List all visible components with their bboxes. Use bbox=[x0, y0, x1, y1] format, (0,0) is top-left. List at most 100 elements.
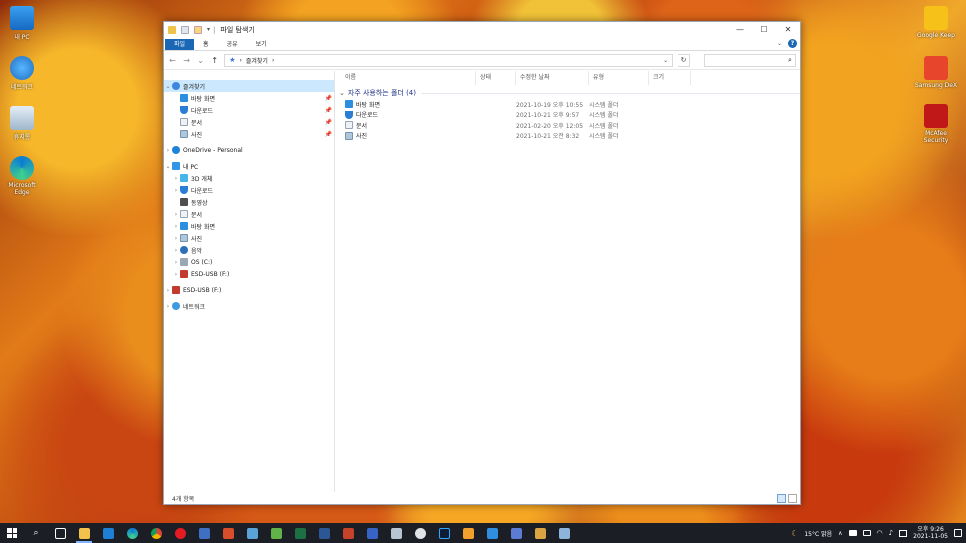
start-button[interactable] bbox=[0, 523, 24, 543]
desktop-icon-recycle-bin[interactable]: 휴지통 bbox=[0, 106, 44, 141]
desktop-icon-edge[interactable]: Microsoft Edge bbox=[0, 156, 44, 196]
search-input[interactable] bbox=[708, 56, 789, 64]
taskbar-app-2[interactable] bbox=[216, 523, 240, 543]
address-bar[interactable]: ★ › 즐겨찾기 › ⌄ bbox=[224, 53, 674, 67]
column-status[interactable]: 상태 bbox=[476, 71, 516, 85]
expand-icon[interactable]: › bbox=[172, 223, 180, 230]
nav-item-pictures[interactable]: › 사진 bbox=[164, 232, 334, 244]
task-view-button[interactable] bbox=[48, 523, 72, 543]
collapse-icon[interactable]: ⌄ bbox=[164, 83, 172, 90]
taskbar-app-12[interactable] bbox=[552, 523, 576, 543]
nav-item-music[interactable]: › 음악 bbox=[164, 244, 334, 256]
nav-item-usb-drive[interactable]: › ESD-USB (F:) bbox=[164, 268, 334, 280]
nav-item-pictures[interactable]: 사진 📌 bbox=[164, 128, 334, 140]
breadcrumb-quick-access[interactable]: 즐겨찾기 bbox=[246, 56, 268, 65]
column-name[interactable]: 이름 bbox=[345, 71, 476, 85]
taskbar-photoshop[interactable] bbox=[432, 523, 456, 543]
expand-icon[interactable]: › bbox=[164, 147, 172, 154]
tray-expand-icon[interactable]: ∧ bbox=[838, 530, 842, 537]
collapse-icon[interactable]: ⌄ bbox=[339, 89, 345, 97]
close-button[interactable]: ✕ bbox=[776, 22, 800, 37]
taskbar-edge[interactable] bbox=[120, 523, 144, 543]
nav-item-quick-access[interactable]: ⌄ 즐겨찾기 bbox=[164, 80, 334, 92]
quick-access-dropdown-icon[interactable]: ▾ bbox=[207, 26, 210, 33]
taskbar-app-4[interactable] bbox=[264, 523, 288, 543]
expand-ribbon-icon[interactable]: ⌄ bbox=[777, 40, 782, 47]
taskbar-excel[interactable] bbox=[288, 523, 312, 543]
battery-icon[interactable] bbox=[848, 530, 857, 536]
desktop-icon-this-pc[interactable]: 내 PC bbox=[0, 6, 44, 41]
taskbar-app-6[interactable] bbox=[384, 523, 408, 543]
up-button[interactable]: ↑ bbox=[210, 56, 219, 65]
desktop-icon-samsung-dex[interactable]: Samsung DeX bbox=[914, 56, 958, 89]
nav-item-documents[interactable]: 문서 📌 bbox=[164, 116, 334, 128]
expand-icon[interactable]: › bbox=[172, 211, 180, 218]
taskbar-file-explorer[interactable] bbox=[72, 523, 96, 543]
nav-item-documents[interactable]: › 문서 bbox=[164, 208, 334, 220]
taskbar-app-10[interactable] bbox=[504, 523, 528, 543]
taskbar-app-5[interactable] bbox=[360, 523, 384, 543]
nav-item-usb-root[interactable]: › ESD-USB (F:) bbox=[164, 284, 334, 296]
expand-icon[interactable]: › bbox=[164, 303, 172, 310]
group-frequent-folders[interactable]: ⌄ 자주 사용하는 폴더 (4) bbox=[335, 87, 800, 99]
column-size[interactable]: 크기 bbox=[649, 71, 691, 85]
nav-item-desktop[interactable]: 바탕 화면 📌 bbox=[164, 92, 334, 104]
details-view-button[interactable] bbox=[777, 494, 786, 503]
refresh-button[interactable]: ↻ bbox=[678, 53, 691, 67]
taskbar-app-3[interactable] bbox=[240, 523, 264, 543]
nav-item-desktop[interactable]: › 바탕 화면 bbox=[164, 220, 334, 232]
keyboard-icon[interactable] bbox=[899, 529, 908, 537]
breadcrumb-separator[interactable]: › bbox=[272, 57, 274, 64]
nav-item-downloads[interactable]: 다운로드 📌 bbox=[164, 104, 334, 116]
collapse-icon[interactable]: ⌄ bbox=[164, 163, 172, 170]
expand-icon[interactable]: › bbox=[172, 271, 180, 278]
nav-item-os-drive[interactable]: › OS (C:) bbox=[164, 256, 334, 268]
nav-item-3d-objects[interactable]: › 3D 개체 bbox=[164, 172, 334, 184]
notification-icon[interactable] bbox=[954, 529, 962, 537]
desktop-icon-google-keep[interactable]: Google Keep bbox=[914, 6, 958, 39]
taskbar-word[interactable] bbox=[312, 523, 336, 543]
properties-icon[interactable] bbox=[181, 25, 189, 34]
display-icon[interactable] bbox=[862, 530, 871, 536]
nav-item-network[interactable]: › 네트워크 bbox=[164, 300, 334, 312]
list-item[interactable]: 바탕 화면 2021-10-19 오후 10:55 시스템 폴더 bbox=[335, 99, 800, 110]
taskbar-mail[interactable] bbox=[96, 523, 120, 543]
taskbar-powerpoint[interactable] bbox=[336, 523, 360, 543]
expand-icon[interactable]: › bbox=[172, 175, 180, 182]
taskbar-chrome[interactable] bbox=[144, 523, 168, 543]
maximize-button[interactable]: ☐ bbox=[752, 22, 776, 37]
tab-view[interactable]: 보기 bbox=[247, 39, 276, 50]
large-icons-view-button[interactable] bbox=[788, 494, 797, 503]
tab-share[interactable]: 공유 bbox=[218, 39, 247, 50]
search-button[interactable]: ⌕ bbox=[24, 523, 48, 543]
help-icon[interactable]: ? bbox=[788, 39, 797, 48]
expand-icon[interactable]: › bbox=[172, 187, 180, 194]
forward-button[interactable]: → bbox=[182, 56, 191, 65]
column-type[interactable]: 유형 bbox=[589, 71, 649, 85]
nav-item-videos[interactable]: 동영상 bbox=[164, 196, 334, 208]
clock[interactable]: 오후 9:26 2021-11-05 bbox=[913, 526, 948, 540]
recent-locations-button[interactable]: ⌄ bbox=[196, 56, 205, 65]
breadcrumb-separator[interactable]: › bbox=[239, 57, 241, 64]
column-modified[interactable]: 수정한 날짜 bbox=[516, 71, 589, 85]
desktop-icon-mcafee[interactable]: McAfee Security bbox=[914, 104, 958, 144]
expand-icon[interactable]: › bbox=[164, 287, 172, 294]
list-item[interactable]: 다운로드 2021-10-21 오후 9:57 시스템 폴더 bbox=[335, 110, 800, 121]
taskbar-app-8[interactable] bbox=[456, 523, 480, 543]
taskbar-app-11[interactable] bbox=[528, 523, 552, 543]
taskbar-app-1[interactable] bbox=[192, 523, 216, 543]
list-item[interactable]: 사진 2021-10-21 오전 8:32 시스템 폴더 bbox=[335, 131, 800, 142]
volume-icon[interactable]: ♪ bbox=[889, 529, 893, 537]
taskbar-app-7[interactable] bbox=[408, 523, 432, 543]
nav-item-onedrive[interactable]: › OneDrive - Personal bbox=[164, 144, 334, 156]
wifi-icon[interactable]: ◠ bbox=[877, 529, 883, 537]
taskbar-app-9[interactable] bbox=[480, 523, 504, 543]
expand-icon[interactable]: › bbox=[172, 259, 180, 266]
expand-icon[interactable]: › bbox=[172, 235, 180, 242]
desktop-icon-network[interactable]: 네트워크 bbox=[0, 56, 44, 91]
address-dropdown-icon[interactable]: ⌄ bbox=[663, 57, 668, 64]
minimize-button[interactable]: — bbox=[728, 22, 752, 37]
tab-home[interactable]: 홈 bbox=[194, 39, 218, 50]
new-folder-icon[interactable] bbox=[194, 25, 202, 34]
list-item[interactable]: 문서 2021-02-20 오후 12:05 시스템 폴더 bbox=[335, 120, 800, 131]
